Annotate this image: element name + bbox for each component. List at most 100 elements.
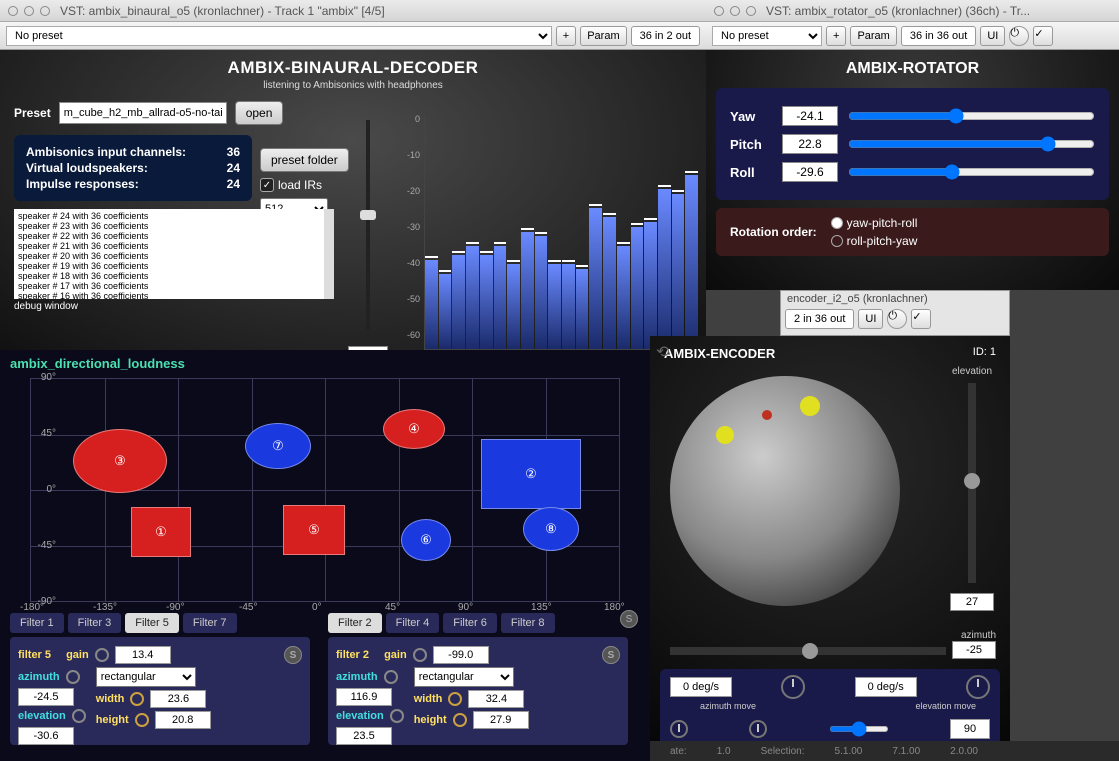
reset-icon[interactable] [135,713,149,727]
filter-shape[interactable]: ⑤ [283,505,345,555]
filter-tab[interactable]: Filter 3 [68,613,122,633]
gain-input[interactable] [433,646,489,664]
rotator-titlebar[interactable]: VST: ambix_rotator_o5 (kronlachner) (36c… [706,0,1119,22]
gain-knob[interactable] [95,648,109,662]
filter-tab[interactable]: Filter 6 [443,613,497,633]
filter-tab[interactable]: Filter 4 [386,613,440,633]
size-knob[interactable] [670,720,688,738]
az-knob[interactable] [66,670,80,684]
height-input[interactable] [473,711,529,729]
encoder-sphere[interactable] [670,376,900,606]
preset-dropdown[interactable]: No preset [712,26,822,46]
el-input[interactable] [18,727,74,745]
rotator-body: AMBIX-ROTATOR Yaw Pitch Roll Rotation or… [706,50,1119,290]
el-input[interactable] [336,727,392,745]
solo-button[interactable]: S [284,646,302,664]
volume-slider[interactable] [358,120,378,340]
elevation-value[interactable] [950,593,994,611]
filter-shape[interactable]: ① [131,507,191,557]
dl-grid[interactable]: ① ② ③ ④ ⑤ ⑥ ⑦ ⑧ [30,378,620,602]
preset-folder-button[interactable]: preset folder [260,148,349,172]
pitch-slider[interactable] [848,140,1095,148]
el-move-value[interactable] [855,677,917,697]
el-knob[interactable] [390,709,404,723]
traffic-lights[interactable] [8,6,50,16]
azimuth-thumb[interactable] [802,643,818,659]
elevation-slider[interactable] [968,383,976,583]
meter-bar [644,222,657,349]
decoder-titlebar[interactable]: VST: ambix_binaural_o5 (kronlachner) - T… [0,0,706,22]
order-ypr[interactable]: yaw-pitch-roll [831,216,918,230]
scrollbar[interactable] [324,209,334,299]
azimuth-slider[interactable] [670,647,946,655]
reset-icon[interactable] [448,692,462,706]
height-input[interactable] [155,711,211,729]
pitch-value[interactable] [782,134,838,154]
traffic-lights[interactable] [714,6,756,16]
azimuth-value[interactable] [952,641,996,659]
source-dot-1[interactable] [800,396,820,416]
filter-tab[interactable]: Filter 8 [501,613,555,633]
filter-name: filter 2 [336,649,369,661]
preset-dropdown[interactable]: No preset [6,26,552,46]
order-rpy[interactable]: roll-pitch-yaw [831,234,918,248]
solo-button[interactable]: S [602,646,620,664]
filter-shape[interactable]: ⑦ [245,423,311,469]
yaw-slider[interactable] [848,112,1095,120]
msw-knob[interactable] [749,720,767,738]
filter-tab[interactable]: Filter 2 [328,613,382,633]
debug-window[interactable]: speaker # 24 with 36 coefficientsspeaker… [14,209,334,299]
param-button[interactable]: Param [850,26,896,46]
meter-bar [589,208,602,349]
width-input[interactable] [468,690,524,708]
ui-button[interactable]: UI [980,26,1005,46]
meter-bar [672,194,685,349]
roll-value[interactable] [782,162,838,182]
power-icon[interactable]: ⏻ [1009,26,1029,46]
decoder-subtitle: listening to Ambisonics with headphones [0,80,706,91]
reset-icon[interactable] [130,692,144,706]
el-move-knob[interactable] [966,675,990,699]
plus-button[interactable]: + [826,26,846,46]
elevation-thumb[interactable] [964,473,980,489]
el-knob[interactable] [72,709,86,723]
preset-input[interactable] [59,102,227,124]
az-input[interactable] [18,688,74,706]
source-dot-2[interactable] [716,426,734,444]
filter-shape[interactable]: ② [481,439,581,509]
shape-select[interactable]: rectangular [96,667,196,687]
az-move-value[interactable] [670,677,732,697]
filter-shape[interactable]: ⑧ [523,507,579,551]
gain-input[interactable] [115,646,171,664]
roll-slider[interactable] [848,168,1095,176]
max-speed-slider[interactable] [829,726,889,732]
az-move-knob[interactable] [781,675,805,699]
az-input[interactable] [336,688,392,706]
ui-button[interactable]: UI [858,309,883,329]
gain-knob[interactable] [413,648,427,662]
filter-tab[interactable]: Filter 5 [125,613,179,633]
shape-select[interactable]: rectangular [414,667,514,687]
max-speed-value[interactable] [950,719,990,739]
volume-thumb[interactable] [360,210,376,220]
plus-button[interactable]: + [556,26,576,46]
reset-icon[interactable]: ⟲ [656,342,669,362]
filter-tab[interactable]: Filter 7 [183,613,237,633]
filter-shape[interactable]: ⑥ [401,519,451,561]
reset-icon[interactable] [453,713,467,727]
param-button[interactable]: Param [580,26,626,46]
load-irs-toggle[interactable]: ✓load IRs [260,178,349,192]
width-input[interactable] [150,690,206,708]
x-tick: 45° [385,602,400,613]
filter-shape[interactable]: ③ [73,429,167,493]
filter-shape[interactable]: ④ [383,409,445,449]
bypass-check[interactable]: ✓ [1033,26,1053,46]
filter-tab[interactable]: Filter 1 [10,613,64,633]
az-knob[interactable] [384,670,398,684]
volume-area: 0.0 Volume [dB] 0-10-20-30-40-50-60 1234… [358,106,698,386]
open-button[interactable]: open [235,101,284,125]
yaw-value[interactable] [782,106,838,126]
power-icon[interactable]: ⏻ [887,309,907,329]
meter-bar [521,232,534,350]
bypass-check[interactable]: ✓ [911,309,931,329]
